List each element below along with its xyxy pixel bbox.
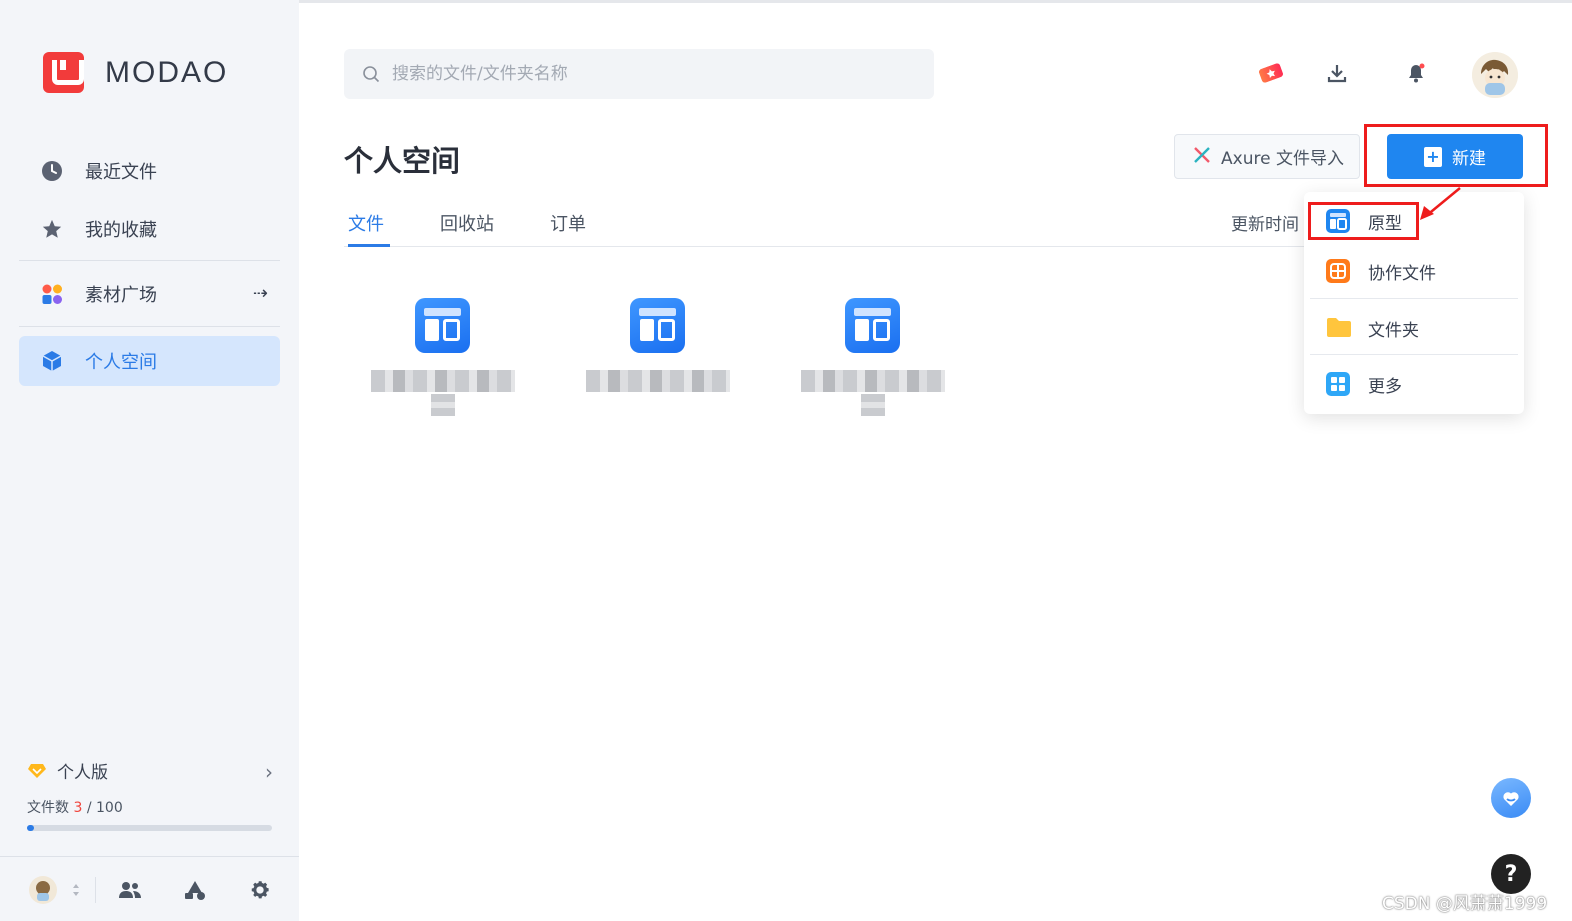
page-title: 个人空间 — [344, 144, 461, 178]
file-card[interactable] — [801, 298, 945, 423]
clock-icon — [40, 159, 64, 183]
prototype-file-icon — [415, 298, 470, 353]
menu-item-collab-file[interactable]: 协作文件 — [1304, 248, 1524, 294]
sidebar-item-label: 素材广场 — [85, 285, 157, 306]
sidebar-item-materials[interactable]: 素材广场 ⇢ — [19, 269, 280, 319]
sort-by-updated[interactable]: 更新时间 — [1231, 210, 1299, 235]
file-name-blurred — [861, 394, 885, 416]
user-avatar[interactable] — [26, 873, 60, 907]
tab-orders[interactable]: 订单 — [550, 210, 586, 247]
team-icon[interactable] — [113, 873, 147, 907]
prototype-file-icon — [630, 298, 685, 353]
cube-icon — [40, 349, 64, 373]
star-icon — [40, 217, 64, 241]
footer-divider — [95, 877, 96, 903]
search-icon — [363, 66, 380, 83]
sidebar: MODAO 最近文件 我的收藏 素材广场 ⇢ 个人空间 个人版 › 文件数 3 … — [0, 0, 299, 921]
axure-import-button[interactable]: Axure 文件导入 — [1174, 134, 1360, 179]
user-avatar-top[interactable] — [1472, 52, 1518, 98]
axure-import-label: Axure 文件导入 — [1221, 149, 1344, 169]
switch-account-icon[interactable] — [66, 873, 86, 907]
bell-notification-icon[interactable] — [1401, 58, 1431, 88]
sidebar-item-favorites[interactable]: 我的收藏 — [19, 204, 280, 254]
design-library-icon[interactable] — [178, 873, 212, 907]
menu-divider — [1310, 298, 1518, 299]
download-icon[interactable] — [1322, 58, 1352, 88]
chevron-right-icon[interactable]: › — [265, 760, 273, 784]
menu-item-label: 文件夹 — [1368, 320, 1419, 341]
modao-logo-icon — [43, 52, 84, 93]
collab-file-icon — [1326, 259, 1350, 283]
sidebar-item-label: 个人空间 — [85, 352, 157, 373]
menu-item-folder[interactable]: 文件夹 — [1304, 305, 1524, 351]
files-progress-bar — [27, 825, 272, 831]
sidebar-item-label: 最近文件 — [85, 162, 157, 183]
search-bar[interactable] — [344, 49, 934, 99]
sidebar-item-recent[interactable]: 最近文件 — [19, 146, 280, 196]
axure-x-icon — [1193, 145, 1211, 169]
settings-gear-icon[interactable] — [243, 873, 277, 907]
logo[interactable]: MODAO — [43, 52, 228, 93]
menu-item-more[interactable]: 更多 — [1304, 361, 1524, 407]
diamond-icon — [28, 763, 46, 778]
file-name-blurred — [371, 370, 515, 392]
files-progress-fill — [27, 825, 35, 831]
search-input[interactable] — [392, 64, 892, 84]
customer-service-icon[interactable] — [1491, 778, 1531, 818]
file-card[interactable] — [586, 298, 730, 423]
folder-icon — [1326, 316, 1351, 340]
plan-label: 个人版 — [57, 763, 108, 783]
highlight-box-new — [1364, 124, 1548, 187]
highlight-box-prototype — [1308, 202, 1419, 240]
more-grid-icon — [1326, 372, 1350, 396]
sidebar-divider — [19, 326, 280, 327]
arrow-right-icon: ⇢ — [252, 283, 268, 304]
menu-item-label: 协作文件 — [1368, 263, 1436, 284]
sidebar-item-personal-space[interactable]: 个人空间 — [19, 336, 280, 386]
file-card[interactable] — [371, 298, 515, 423]
shapes-icon — [40, 282, 64, 306]
annotation-arrow-icon — [1420, 187, 1461, 220]
sidebar-item-label: 我的收藏 — [85, 220, 157, 241]
tab-bar: 文件 回收站 订单 — [344, 210, 1304, 247]
file-name-blurred — [801, 370, 945, 392]
tab-files[interactable]: 文件 — [348, 210, 390, 247]
file-name-blurred — [586, 370, 730, 392]
help-button[interactable]: ? — [1491, 854, 1531, 894]
sidebar-footer — [0, 856, 299, 921]
file-name-blurred — [431, 394, 455, 416]
brand-name: MODAO — [105, 55, 229, 89]
plan-panel[interactable]: 个人版 › 文件数 3 / 100 — [27, 758, 277, 831]
gift-ticket-icon[interactable] — [1256, 58, 1286, 88]
prototype-file-icon — [845, 298, 900, 353]
tab-recycle-bin[interactable]: 回收站 — [440, 210, 494, 247]
sidebar-divider — [19, 260, 280, 261]
menu-divider — [1310, 354, 1518, 355]
watermark: CSDN @风萧萧1999 — [1382, 894, 1548, 914]
menu-item-label: 更多 — [1368, 376, 1402, 397]
files-count: 文件数 3 / 100 — [27, 800, 123, 816]
